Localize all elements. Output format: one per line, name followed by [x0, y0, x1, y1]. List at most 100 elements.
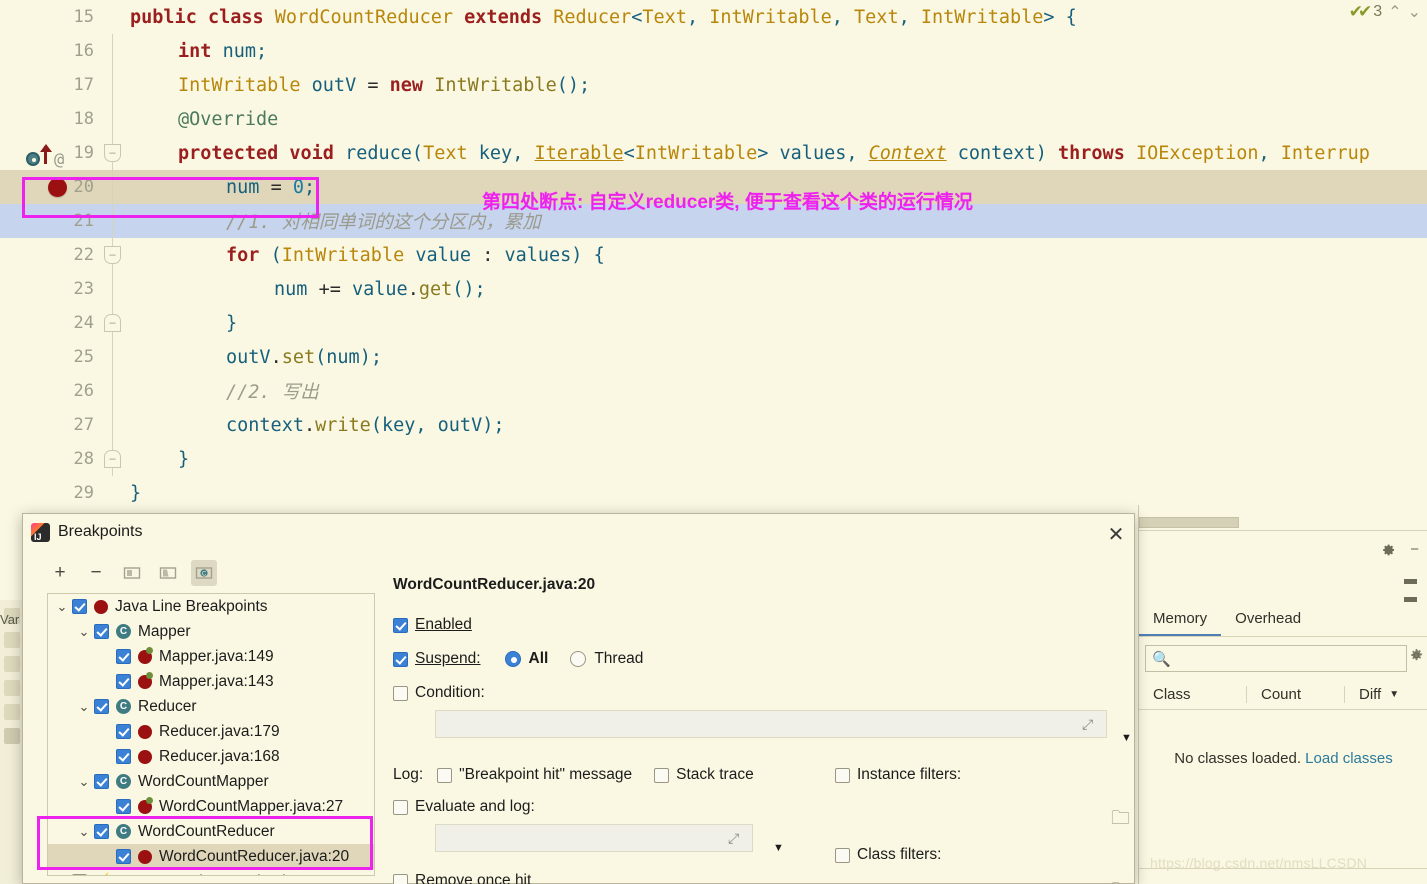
tree-expand-icon[interactable]: ⌄: [74, 824, 94, 840]
evaluate-history-dropdown-icon[interactable]: ▼: [773, 842, 784, 854]
code-text[interactable]: @Override: [126, 109, 278, 130]
code-text[interactable]: }: [126, 449, 189, 470]
tree-checkbox[interactable]: [116, 649, 131, 664]
debug-left-toolstrip[interactable]: [0, 600, 24, 884]
horizontal-scrollbar[interactable]: [1139, 517, 1239, 528]
fold-column[interactable]: [100, 340, 126, 374]
fold-column[interactable]: [100, 204, 126, 238]
gutter-line-16[interactable]: 16: [0, 34, 100, 68]
fold-column[interactable]: −: [100, 238, 126, 272]
code-line-26[interactable]: 26 //2. 写出: [0, 374, 1427, 408]
suspend-row[interactable]: Suspend: All Thread: [393, 650, 1128, 668]
class-filters-row[interactable]: Class filters:: [835, 846, 941, 864]
enabled-row[interactable]: Enabled: [393, 616, 1128, 634]
fold-column[interactable]: −: [100, 442, 126, 476]
code-line-24[interactable]: 24−}: [0, 306, 1427, 340]
condition-row[interactable]: Condition:: [393, 684, 1128, 702]
tree-row[interactable]: Mapper.java:143: [48, 669, 374, 694]
fold-toggle-icon[interactable]: −: [104, 450, 121, 468]
tree-checkbox[interactable]: [116, 749, 131, 764]
evaluate-and-log-row[interactable]: Evaluate and log:: [393, 798, 1128, 816]
tree-row[interactable]: ⌄ Java Line Breakpoints: [48, 594, 374, 619]
code-line-22[interactable]: 22− for (IntWritable value : values) {: [0, 238, 1427, 272]
breakpoints-toolbar[interactable]: + − C: [47, 560, 217, 586]
code-text[interactable]: context.write(key, outV);: [126, 415, 505, 436]
code-line-27[interactable]: 27 context.write(key, outV);: [0, 408, 1427, 442]
breakpoints-dialog[interactable]: Breakpoints ✕ + − C ⌄ Java Line Breakpoin…: [22, 513, 1135, 884]
remove-breakpoint-button[interactable]: −: [83, 560, 109, 586]
suspend-checkbox[interactable]: [393, 651, 408, 667]
condition-history-dropdown-icon[interactable]: ▼: [1121, 732, 1132, 744]
code-text[interactable]: IntWritable outV = new IntWritable();: [126, 75, 590, 96]
tree-row[interactable]: Reducer.java:179: [48, 719, 374, 744]
gutter-line-18[interactable]: 18: [0, 102, 100, 136]
tree-row[interactable]: WordCountReducer.java:20: [48, 844, 374, 869]
toolstrip-icon[interactable]: [3, 632, 20, 648]
gutter-line-29[interactable]: 29: [0, 476, 100, 510]
tree-row[interactable]: ⌄ C Mapper: [48, 619, 374, 644]
remove-once-hit-row[interactable]: Remove once hit: [393, 872, 1128, 884]
code-line-17[interactable]: 17 IntWritable outV = new IntWritable();: [0, 68, 1427, 102]
tree-expand-icon[interactable]: ⌄: [52, 874, 72, 876]
tab-memory[interactable]: Memory: [1139, 605, 1222, 636]
column-header-count[interactable]: Count: [1247, 686, 1345, 703]
override-method-icon[interactable]: [26, 152, 40, 166]
gutter-line-25[interactable]: 25: [0, 340, 100, 374]
condition-checkbox[interactable]: [393, 685, 408, 701]
tree-checkbox[interactable]: [116, 799, 131, 814]
suspend-thread-radio[interactable]: [570, 651, 587, 667]
tree-row[interactable]: Mapper.java:149: [48, 644, 374, 669]
fold-toggle-icon[interactable]: −: [104, 314, 121, 332]
gutter-line-21[interactable]: 21: [0, 204, 100, 238]
tree-checkbox[interactable]: [94, 699, 109, 714]
fold-toggle-icon[interactable]: −: [104, 246, 121, 264]
tree-expand-icon[interactable]: ⌄: [74, 699, 94, 715]
gutter-line-28[interactable]: 28: [0, 442, 100, 476]
tree-checkbox[interactable]: [116, 849, 131, 864]
breakpoint-dot-icon[interactable]: [48, 178, 67, 197]
gutter-line-24[interactable]: 24: [0, 306, 100, 340]
fold-column[interactable]: [100, 34, 126, 68]
code-text[interactable]: for (IntWritable value : values) {: [126, 245, 605, 266]
class-filters-checkbox[interactable]: [835, 847, 850, 863]
code-text[interactable]: }: [126, 483, 141, 504]
code-text[interactable]: int num;: [126, 41, 267, 62]
tree-checkbox[interactable]: [94, 774, 109, 789]
fold-column[interactable]: [100, 374, 126, 408]
tree-expand-icon[interactable]: ⌄: [74, 624, 94, 640]
memory-panel-tabs[interactable]: Memory Overhead: [1139, 605, 1427, 637]
code-line-15[interactable]: 15 public class WordCountReducer extends …: [0, 0, 1427, 34]
instance-filters-folder-icon[interactable]: 🗀: [1111, 804, 1130, 836]
gutter-line-19[interactable]: 19: [0, 136, 100, 170]
tree-checkbox[interactable]: [94, 624, 109, 639]
fold-column[interactable]: [100, 170, 126, 204]
toolstrip-icon[interactable]: [3, 680, 20, 696]
inspection-prev-icon[interactable]: ⌃: [1388, 2, 1401, 22]
inspection-next-icon[interactable]: ⌄: [1408, 2, 1421, 22]
code-text[interactable]: public class WordCountReducer extends Re…: [126, 7, 1077, 28]
evaluate-and-log-checkbox[interactable]: [393, 799, 408, 815]
log-breakpoint-hit-checkbox[interactable]: [437, 767, 453, 783]
column-header-diff[interactable]: Diff ▼: [1345, 686, 1427, 703]
fold-toggle-icon[interactable]: −: [104, 144, 121, 162]
tree-checkbox[interactable]: [116, 674, 131, 689]
tree-row[interactable]: ⌄ C WordCountMapper: [48, 769, 374, 794]
group-by-file-icon[interactable]: [119, 560, 145, 586]
toolstrip-icon[interactable]: [3, 704, 20, 720]
code-text[interactable]: num = 0;: [126, 177, 315, 198]
tree-row[interactable]: WordCountMapper.java:27: [48, 794, 374, 819]
minimize-icon[interactable]: −: [1410, 541, 1419, 558]
code-line-19[interactable]: 19− protected void reduce(Text key, Itera…: [0, 136, 1427, 170]
gutter-line-17[interactable]: 17: [0, 68, 100, 102]
fold-column[interactable]: [100, 68, 126, 102]
fold-column[interactable]: [100, 476, 126, 510]
add-breakpoint-button[interactable]: +: [47, 560, 73, 586]
close-icon[interactable]: ✕: [1104, 522, 1128, 546]
code-line-16[interactable]: 16 int num;: [0, 34, 1427, 68]
gear-icon[interactable]: [1380, 542, 1396, 558]
remove-once-hit-checkbox[interactable]: [393, 873, 408, 884]
log-stack-trace-checkbox[interactable]: [654, 767, 670, 783]
memory-search-field[interactable]: [1170, 650, 1406, 667]
code-text[interactable]: //2. 写出: [126, 378, 319, 404]
inspection-widget[interactable]: ✔✔ 3 ⌃ ⌄: [1349, 2, 1421, 22]
